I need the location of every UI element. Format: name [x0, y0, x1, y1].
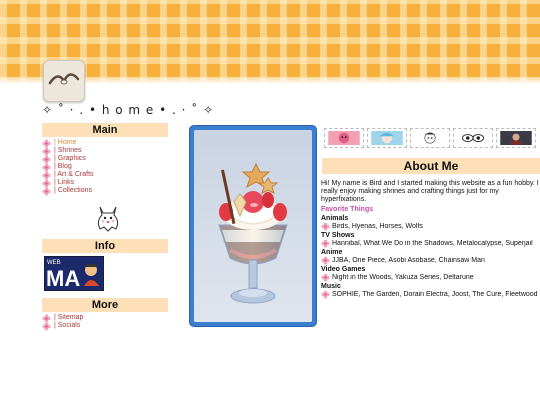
category-anime-heading: Anime: [321, 249, 343, 256]
stamp-manga-face[interactable]: [410, 128, 450, 148]
nav-label-shrines[interactable]: | Shrines: [54, 147, 82, 155]
info-badge[interactable]: WEB MA: [44, 256, 104, 291]
main-heading: Main: [42, 123, 168, 137]
avatar: [43, 60, 85, 102]
category-animals-item: Birds, Hyenas, Horses, Wolfs: [321, 223, 540, 231]
category-games-item: Night in the Woods, Yakuza Series, Delta…: [321, 274, 540, 282]
category-anime-text: JJBA, One Piece, Asobi Asobase, Chainsaw…: [332, 257, 485, 264]
ghost-cat-mascot: [97, 206, 119, 232]
stamp-blue-character[interactable]: [367, 128, 407, 148]
more-heading: More: [42, 298, 168, 312]
pink-flower-icon: [42, 186, 51, 196]
site-title: ✧ ˚ · . • h o m e • . · ˚ ✧: [42, 103, 215, 117]
nav-label-home[interactable]: | Home: [54, 139, 76, 147]
pink-flower-icon: [321, 291, 330, 299]
stamp-row: [324, 128, 540, 150]
parfait-photo: [194, 130, 312, 322]
category-animals-heading: Animals: [321, 215, 349, 222]
favorites-title: Favorite Things: [321, 206, 374, 213]
nav-item-graphics[interactable]: | Graphics: [42, 154, 168, 164]
category-games-heading: Video Games: [321, 266, 366, 273]
pink-flower-icon: [42, 321, 51, 331]
category-music-text: SOPHIE, The Garden, Dorain Electra, Joos…: [332, 291, 540, 298]
about-heading: About Me: [322, 158, 540, 174]
nav-item-socials[interactable]: | Socials: [42, 321, 168, 331]
category-tv-heading: TV Shows: [321, 232, 355, 239]
category-games-text: Night in the Woods, Yakuza Series, Delta…: [332, 274, 474, 281]
more-nav: | Sitemap | Socials: [42, 313, 168, 331]
stamp-portrait[interactable]: [496, 128, 536, 148]
category-tv-item: Hannibal, What We Do in the Shadows, Met…: [321, 240, 540, 248]
about-section: Hi! My name is Bird and I started making…: [321, 180, 540, 299]
category-tv-text: Hannibal, What We Do in the Shadows, Met…: [332, 240, 533, 247]
nav-label-socials[interactable]: | Socials: [54, 322, 80, 330]
category-music-heading: Music: [321, 283, 341, 290]
nav-item-home[interactable]: | Home: [42, 138, 168, 148]
nav-item-collections[interactable]: | Collections: [42, 186, 168, 196]
nav-label-links[interactable]: | Links: [54, 179, 74, 187]
nav-item-links[interactable]: | Links: [42, 178, 168, 188]
nav-label-art-crafts[interactable]: | Art & Crafts: [54, 171, 94, 179]
nav-label-sitemap[interactable]: | Sitemap: [54, 314, 83, 322]
nav-item-blog[interactable]: | Blog: [42, 162, 168, 172]
about-intro: Hi! My name is Bird and I started making…: [321, 180, 539, 203]
nav-item-shrines[interactable]: | Shrines: [42, 146, 168, 156]
sidebar: Main | Home | Shrines | Graphics | Blog …: [42, 123, 168, 331]
main-nav: | Home | Shrines | Graphics | Blog | Art…: [42, 138, 168, 196]
nav-label-collections[interactable]: | Collections: [54, 187, 92, 195]
info-badge-text: MA: [46, 266, 80, 291]
category-anime-item: JJBA, One Piece, Asobi Asobase, Chainsaw…: [321, 257, 540, 265]
nav-label-graphics[interactable]: | Graphics: [54, 155, 86, 163]
featured-photo-frame: [190, 126, 316, 326]
pink-flower-icon: [321, 223, 330, 231]
category-music-item: SOPHIE, The Garden, Dorain Electra, Joos…: [321, 291, 540, 299]
category-animals-text: Birds, Hyenas, Horses, Wolfs: [332, 223, 423, 230]
stamp-eyes[interactable]: [453, 128, 493, 148]
pink-flower-icon: [321, 240, 330, 248]
pink-flower-icon: [321, 257, 330, 265]
nav-item-sitemap[interactable]: | Sitemap: [42, 313, 168, 323]
nav-label-blog[interactable]: | Blog: [54, 163, 72, 171]
pink-flower-icon: [321, 274, 330, 282]
stamp-pink-bear[interactable]: [324, 128, 364, 148]
nav-item-art-crafts[interactable]: | Art & Crafts: [42, 170, 168, 180]
info-heading: Info: [42, 239, 168, 253]
